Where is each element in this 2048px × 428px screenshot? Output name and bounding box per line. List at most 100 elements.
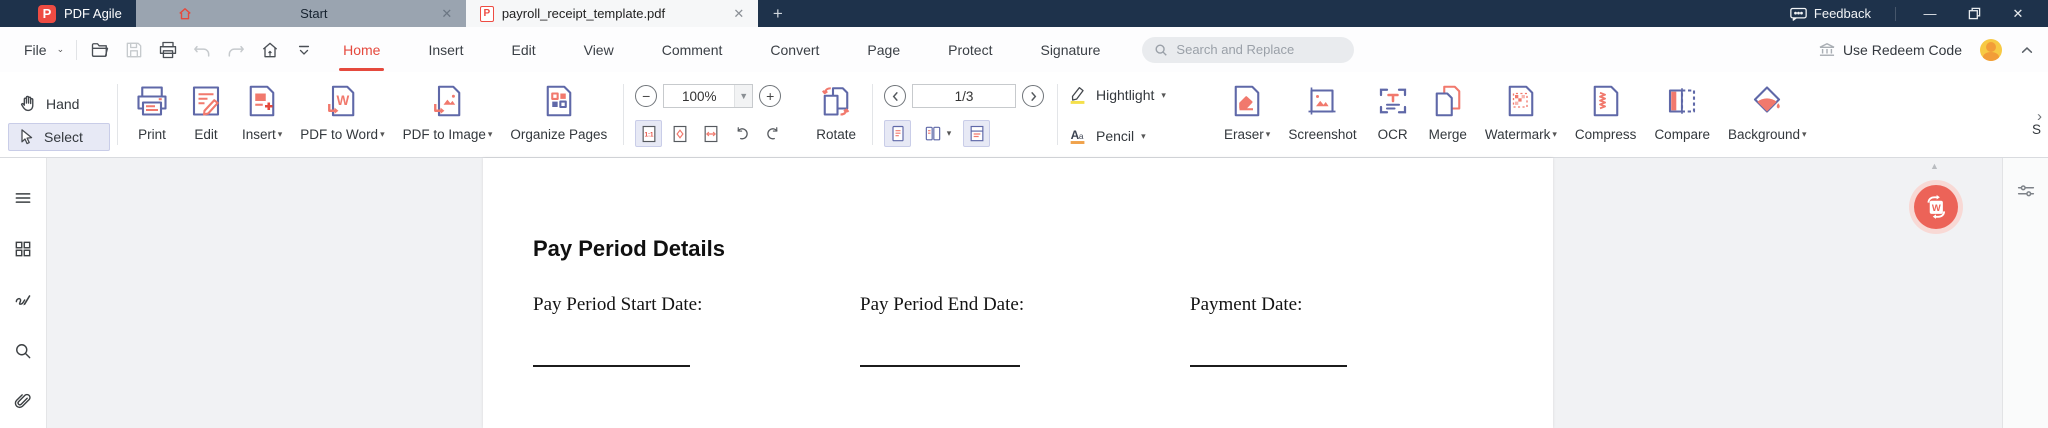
feedback-label: Feedback xyxy=(1813,6,1871,21)
sidebar-search-icon[interactable] xyxy=(11,339,35,363)
organize-pages-button[interactable]: Organize Pages xyxy=(501,76,616,153)
fit-width-button[interactable] xyxy=(697,120,724,147)
tab-document[interactable]: P payroll_receipt_template.pdf ✕ xyxy=(465,0,758,27)
continuous-view-button[interactable] xyxy=(963,120,991,147)
zoom-in-button[interactable]: + xyxy=(759,85,782,107)
print-button[interactable]: Print xyxy=(125,76,179,153)
ocr-button[interactable]: OCR xyxy=(1366,76,1420,153)
customize-quick-access-icon[interactable] xyxy=(293,39,315,61)
compare-button[interactable]: Compare xyxy=(1645,76,1719,153)
redeem-label: Use Redeem Code xyxy=(1842,41,1962,58)
previous-page-button[interactable] xyxy=(884,85,907,107)
minimize-button[interactable]: — xyxy=(1920,6,1940,21)
zoom-dropdown-icon[interactable]: ▼ xyxy=(734,85,753,107)
background-button[interactable]: Background ▾ xyxy=(1719,76,1816,153)
fit-page-button[interactable] xyxy=(666,120,693,147)
quick-print-button[interactable] xyxy=(157,39,179,61)
menu-item-edit[interactable]: Edit xyxy=(509,40,537,60)
doc-blank-line xyxy=(860,365,1020,367)
sidebar-attachments-icon[interactable] xyxy=(11,390,35,414)
tab-start[interactable]: Start ✕ xyxy=(135,0,466,27)
insert-icon xyxy=(244,82,280,120)
search-input[interactable] xyxy=(1174,41,1335,58)
chevron-down-icon: ⌄ xyxy=(56,44,65,54)
select-tool-button[interactable]: Select xyxy=(8,123,110,151)
doc-field-label-payment-date: Payment Date: xyxy=(1190,294,1303,315)
actual-size-button[interactable]: 1:1 xyxy=(635,120,663,147)
highlight-button[interactable]: Hightlight ▾ xyxy=(1067,84,1213,106)
doc-heading: Pay Period Details xyxy=(533,236,725,261)
menu-item-signature[interactable]: Signature xyxy=(1038,40,1102,60)
page-indicator-field[interactable]: 1/3 xyxy=(912,84,1017,108)
avatar[interactable] xyxy=(1980,38,2002,61)
undo-button[interactable] xyxy=(191,39,213,61)
collapse-ribbon-icon[interactable] xyxy=(2020,44,2034,56)
single-page-view-button[interactable] xyxy=(884,120,912,147)
merge-label: Merge xyxy=(1428,127,1467,142)
pdf-to-word-button[interactable]: W PDF to Word ▾ xyxy=(291,76,393,153)
pdf-to-image-button[interactable]: PDF to Image ▾ xyxy=(394,76,502,153)
tab-start-close-icon[interactable]: ✕ xyxy=(436,6,458,22)
dropdown-caret-icon: ▾ xyxy=(1552,129,1557,139)
restore-button[interactable] xyxy=(1964,7,1984,20)
fab-collapse-arrow-icon[interactable]: ▲ xyxy=(1930,161,1939,171)
menu-item-convert[interactable]: Convert xyxy=(768,40,821,60)
dropdown-caret-icon: ▾ xyxy=(1161,89,1166,100)
zoom-level-field[interactable]: 100% ▼ xyxy=(663,84,754,108)
tab-document-label: payroll_receipt_template.pdf xyxy=(501,6,666,21)
edit-button[interactable]: Edit xyxy=(179,76,233,153)
sidebar-menu-icon[interactable] xyxy=(11,186,35,210)
menu-item-page[interactable]: Page xyxy=(865,40,902,60)
sidebar-annotations-icon[interactable] xyxy=(11,288,35,312)
menu-item-insert[interactable]: Insert xyxy=(426,40,465,60)
screenshot-button[interactable]: Screenshot xyxy=(1279,76,1365,153)
pdf-to-word-floating-button[interactable]: W xyxy=(1914,185,1958,229)
search-and-replace[interactable] xyxy=(1142,36,1355,63)
toolbar-overflow-chevron-icon[interactable]: › xyxy=(2037,109,2042,124)
menu-item-home[interactable]: Home xyxy=(339,40,385,71)
save-button[interactable] xyxy=(123,39,145,61)
eraser-button[interactable]: Eraser ▾ xyxy=(1215,76,1279,153)
sidebar-thumbnails-icon[interactable] xyxy=(11,237,35,261)
hand-tool-label: Hand xyxy=(46,96,80,112)
redo-button[interactable] xyxy=(225,39,247,61)
rotate-right-button[interactable] xyxy=(759,120,786,147)
file-menu[interactable]: File ⌄ xyxy=(24,42,64,58)
open-file-button[interactable] xyxy=(89,39,111,61)
hand-tool-button[interactable]: Hand xyxy=(8,89,110,119)
zoom-out-button[interactable]: − xyxy=(635,85,658,107)
next-page-button[interactable] xyxy=(1022,85,1045,107)
redeem-code-icon xyxy=(1818,42,1836,57)
dropdown-caret-icon: ▾ xyxy=(1802,129,1807,139)
menu-item-view[interactable]: View xyxy=(582,40,616,60)
tab-document-close-icon[interactable]: ✕ xyxy=(728,6,750,22)
use-redeem-code-button[interactable]: Use Redeem Code xyxy=(1818,42,1962,58)
properties-sliders-icon[interactable] xyxy=(2015,180,2037,428)
rotate-button[interactable]: Rotate xyxy=(807,76,865,153)
watermark-button[interactable]: Watermark ▾ xyxy=(1476,76,1566,153)
rotate-left-button[interactable] xyxy=(728,120,755,147)
svg-text:1:1: 1:1 xyxy=(644,131,654,138)
eraser-icon xyxy=(1229,82,1265,120)
compress-icon xyxy=(1588,82,1624,120)
highlight-label: Hightlight xyxy=(1096,87,1155,103)
screenshot-icon xyxy=(1304,82,1340,120)
right-panel xyxy=(2002,158,2048,428)
pencil-button[interactable]: Aa Pencil ▾ xyxy=(1067,125,1213,147)
menu-item-protect[interactable]: Protect xyxy=(946,40,994,60)
pdf-to-word-icon: W xyxy=(324,82,360,120)
doc-blank-line xyxy=(1190,365,1347,367)
two-page-view-button[interactable]: ▾ xyxy=(915,120,959,147)
menu-item-comment[interactable]: Comment xyxy=(660,40,725,60)
new-tab-button[interactable]: + xyxy=(758,0,798,27)
close-window-button[interactable]: ✕ xyxy=(2008,6,2028,22)
toolbar: Hand Select Print Edit Insert ▾ W PDF to … xyxy=(0,72,2048,158)
insert-button[interactable]: Insert ▾ xyxy=(233,76,291,153)
compress-button[interactable]: Compress xyxy=(1566,76,1646,153)
merge-button[interactable]: Merge xyxy=(1420,76,1476,153)
organize-pages-icon xyxy=(541,82,577,120)
home-shortcut-button[interactable] xyxy=(259,39,281,61)
feedback-button[interactable]: Feedback xyxy=(1790,6,1871,21)
pencil-label: Pencil xyxy=(1096,128,1135,144)
merge-icon xyxy=(1430,82,1466,120)
